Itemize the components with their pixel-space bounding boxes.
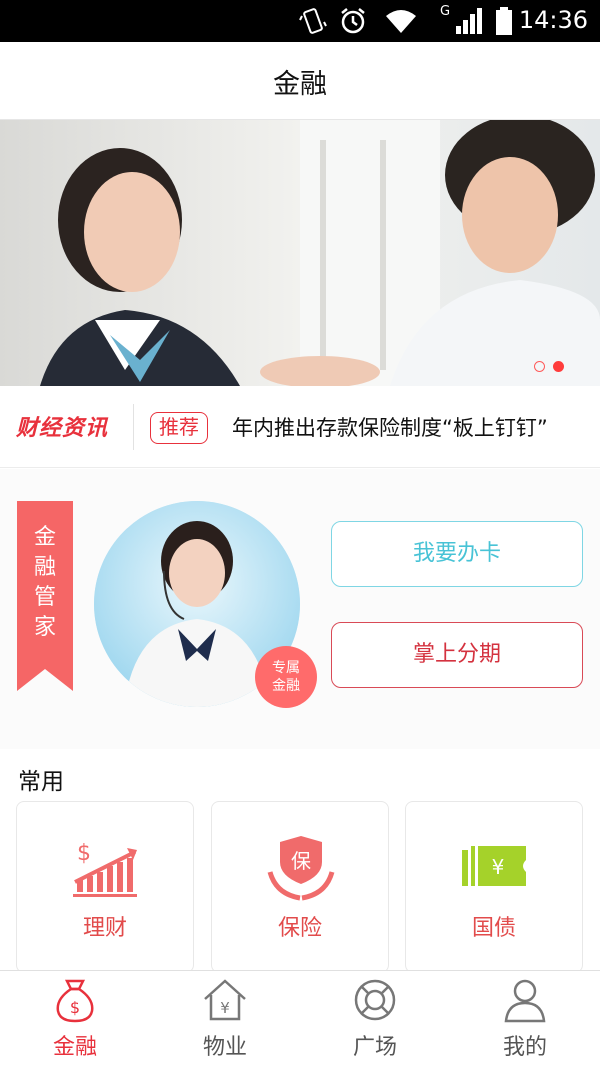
network-type: G (440, 4, 451, 19)
status-bar: G 14:36 (0, 0, 600, 42)
wifi-icon (386, 10, 416, 33)
promo-banner[interactable] (0, 120, 600, 386)
common-section-title: 常用 (18, 769, 64, 795)
nav-label: 广场 (352, 1035, 397, 1060)
bond-ticket-icon: ¥ (462, 846, 526, 886)
bottom-navigation: $ 金融 ¥ 物业 广场 我的 (0, 970, 600, 1067)
alarm-icon (341, 8, 365, 34)
finance-manager-ribbon: 金 融 管 家 (17, 501, 73, 691)
svg-text:¥: ¥ (220, 999, 230, 1017)
ribbon-char: 金 (33, 525, 56, 550)
ribbon-text: 金 融 管 家 (17, 523, 73, 643)
nav-label: 金融 (52, 1035, 97, 1060)
clock: 14:36 (518, 6, 588, 34)
lifebuoy-icon (354, 979, 396, 1021)
battery-icon (496, 7, 512, 35)
nav-plaza[interactable]: 广场 (300, 971, 450, 1067)
news-brand-label: 财经资讯 (16, 416, 109, 441)
divider (133, 404, 134, 450)
title-bar: 金融 (0, 42, 600, 120)
insurance-shield-icon: 保 (267, 836, 335, 901)
svg-text:保: 保 (291, 849, 311, 873)
finance-manager-section: 金 融 管 家 专属 金融 我要办卡 掌上分期 (0, 469, 600, 749)
badge-line: 金融 (272, 678, 300, 694)
badge-line: 专属 (272, 660, 300, 676)
banner-dot[interactable] (553, 361, 564, 372)
installment-button[interactable]: 掌上分期 (331, 622, 583, 688)
nav-mine[interactable]: 我的 (450, 971, 600, 1067)
wealth-chart-icon: $ (73, 841, 137, 897)
signal-icon (456, 8, 482, 34)
exclusive-finance-badge: 专属 金融 (255, 646, 317, 708)
svg-text:$: $ (70, 998, 80, 1017)
nav-label: 我的 (502, 1035, 547, 1060)
banner-image (0, 120, 600, 386)
recommend-tag: 推荐 (150, 412, 208, 444)
news-ticker[interactable]: 财经资讯 推荐 年内推出存款保险制度“板上钉钉” (0, 386, 600, 468)
user-icon (504, 979, 546, 1023)
money-bag-icon: $ (56, 979, 94, 1023)
ribbon-char: 家 (33, 615, 56, 640)
tile-insurance[interactable]: 保 保险 (211, 801, 389, 973)
apply-card-button[interactable]: 我要办卡 (331, 521, 583, 587)
vibrate-icon (299, 8, 327, 34)
page-title: 金融 (273, 69, 327, 100)
tile-label: 保险 (277, 916, 322, 941)
tile-treasury-bonds[interactable]: ¥ 国债 (405, 801, 583, 973)
ribbon-char: 融 (33, 555, 56, 580)
nav-property[interactable]: ¥ 物业 (150, 971, 300, 1067)
news-headline[interactable]: 年内推出存款保险制度“板上钉钉” (232, 412, 548, 442)
svg-text:$: $ (77, 841, 91, 866)
tile-wealth-management[interactable]: $ 理财 (16, 801, 194, 973)
nav-label: 物业 (202, 1035, 247, 1060)
tile-label: 理财 (82, 916, 127, 941)
banner-pagination (534, 361, 564, 372)
house-yen-icon: ¥ (204, 979, 246, 1021)
ribbon-char: 管 (33, 585, 56, 610)
nav-finance[interactable]: $ 金融 (0, 971, 150, 1067)
svg-text:¥: ¥ (492, 855, 505, 879)
banner-dot[interactable] (534, 361, 545, 372)
tile-label: 国债 (471, 916, 516, 941)
